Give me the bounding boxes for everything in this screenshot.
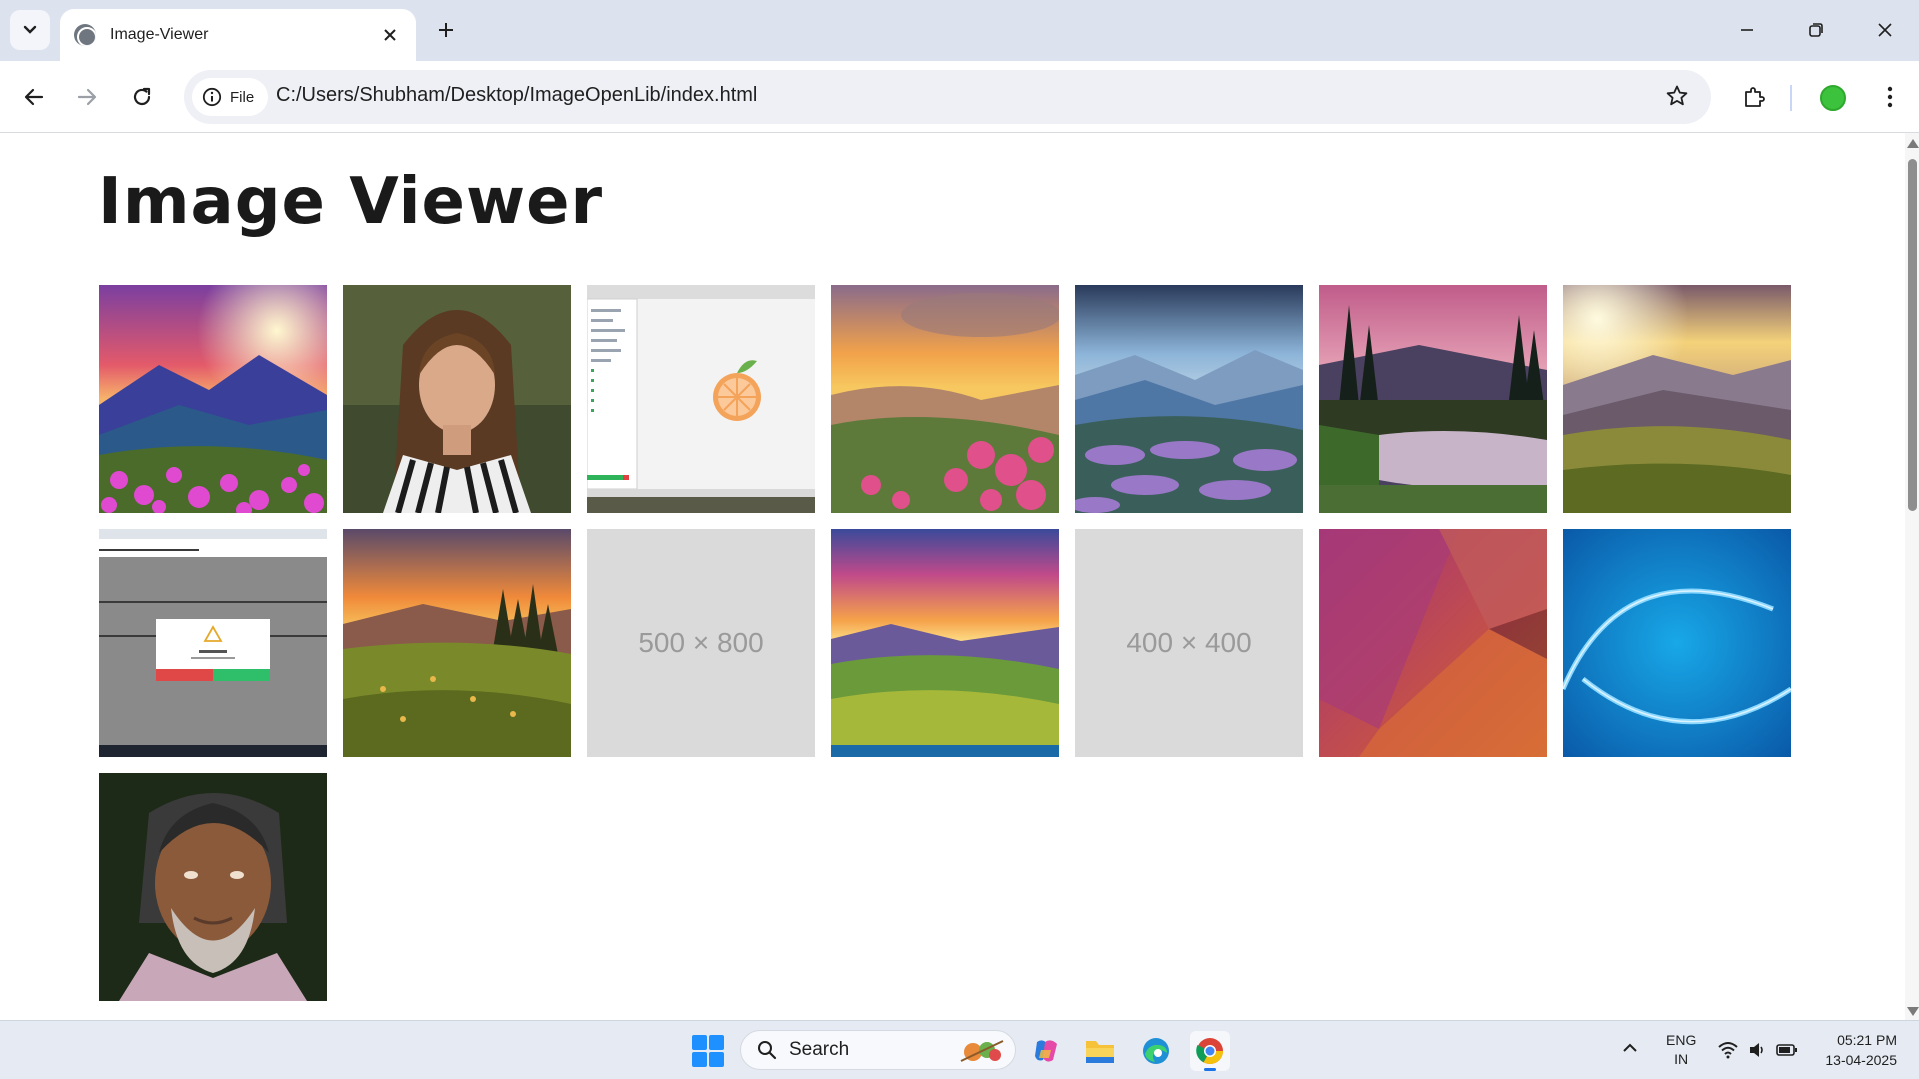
taskbar-chrome[interactable] <box>1190 1031 1230 1071</box>
tab-search-button[interactable] <box>10 10 50 50</box>
language-indicator[interactable]: ENG IN <box>1666 1031 1696 1069</box>
site-info-chip[interactable]: File <box>192 78 268 116</box>
windows-logo-icon <box>692 1035 707 1050</box>
arrow-right-icon <box>77 88 97 106</box>
taskbar-copilot[interactable] <box>1026 1031 1066 1071</box>
browser-titlebar: Image-Viewer <box>0 0 1919 61</box>
system-tray-icons[interactable] <box>1718 1041 1798 1059</box>
start-button[interactable] <box>692 1035 724 1067</box>
language-code: ENG <box>1666 1032 1697 1048</box>
info-icon <box>202 87 222 107</box>
volume-icon <box>1750 1043 1763 1057</box>
reload-icon <box>133 87 151 106</box>
reload-button[interactable] <box>122 77 162 117</box>
puzzle-icon <box>1745 87 1765 107</box>
image-thumb-3[interactable] <box>587 285 815 513</box>
edge-icon <box>1143 1038 1169 1064</box>
image-thumb-5[interactable] <box>1075 285 1303 513</box>
clock-date: 13-04-2025 <box>1825 1052 1897 1068</box>
chevron-down-icon <box>23 25 37 34</box>
scroll-thumb[interactable] <box>1908 159 1917 511</box>
search-icon <box>758 1041 777 1060</box>
wifi-icon <box>1718 1042 1738 1059</box>
placeholder-label: 400 × 400 <box>1126 627 1251 658</box>
scroll-down-arrow-icon[interactable] <box>1907 1007 1919 1016</box>
taskbar-clock[interactable]: 05:21 PM 13-04-2025 <box>1825 1030 1897 1070</box>
close-icon <box>1878 23 1892 37</box>
browser-tab[interactable]: Image-Viewer <box>60 9 416 61</box>
folder-icon <box>1086 1041 1114 1063</box>
battery-icon <box>1776 1044 1797 1056</box>
image-thumb-12-placeholder[interactable]: 400 × 400 <box>1075 529 1303 757</box>
tray-overflow-button[interactable] <box>1622 1039 1638 1058</box>
profile-avatar[interactable] <box>1820 85 1846 111</box>
scroll-up-arrow-icon[interactable] <box>1907 139 1919 148</box>
taskbar-edge[interactable] <box>1136 1031 1176 1071</box>
chrome-icon <box>1196 1038 1224 1065</box>
taskbar-search-label: Search <box>789 1039 850 1060</box>
kebab-menu-icon <box>1887 86 1893 108</box>
forward-button[interactable] <box>67 77 107 117</box>
image-thumb-6[interactable] <box>1319 285 1547 513</box>
minimize-button[interactable] <box>1724 8 1770 52</box>
image-thumb-4[interactable] <box>831 285 1059 513</box>
tab-close-button[interactable] <box>378 23 402 47</box>
globe-icon <box>74 24 96 46</box>
site-info-label: File <box>230 88 255 106</box>
image-thumb-10-placeholder[interactable]: 500 × 800 <box>587 529 815 757</box>
minimize-icon <box>1741 29 1753 31</box>
image-thumb-9[interactable] <box>343 529 571 757</box>
page-title: Image Viewer <box>98 165 604 239</box>
bookmark-star-icon[interactable] <box>1665 84 1689 112</box>
page-scrollbar[interactable] <box>1905 133 1919 1020</box>
new-tab-button[interactable] <box>430 14 462 46</box>
active-app-indicator <box>1204 1068 1216 1071</box>
browser-toolbar: File C:/Users/Shubham/Desktop/ImageOpenL… <box>0 61 1919 133</box>
close-icon <box>384 29 396 41</box>
image-thumb-7[interactable] <box>1563 285 1791 513</box>
extensions-button[interactable] <box>1734 77 1774 117</box>
windows-taskbar: Search ENG IN 05:21 PM 13-04-2025 <box>0 1020 1919 1079</box>
restore-icon <box>1809 23 1823 37</box>
taskbar-search[interactable]: Search <box>740 1030 1016 1070</box>
image-thumb-13[interactable] <box>1319 529 1547 757</box>
image-thumb-15[interactable] <box>99 773 327 1001</box>
taskbar-file-explorer[interactable] <box>1080 1031 1120 1071</box>
back-button[interactable] <box>14 77 54 117</box>
image-thumb-14[interactable] <box>1563 529 1791 757</box>
address-bar[interactable]: File C:/Users/Shubham/Desktop/ImageOpenL… <box>184 70 1711 124</box>
copilot-icon <box>1035 1040 1057 1062</box>
page-viewport: Image Viewer 500 × 800 400 × 400 <box>0 133 1919 1020</box>
clock-time: 05:21 PM <box>1837 1032 1897 1048</box>
restore-button[interactable] <box>1793 8 1839 52</box>
image-grid: 500 × 800 400 × 400 <box>99 285 1799 1001</box>
search-highlight-icon <box>960 1040 1004 1062</box>
image-thumb-8[interactable] <box>99 529 327 757</box>
close-window-button[interactable] <box>1862 8 1908 52</box>
url-text[interactable]: C:/Users/Shubham/Desktop/ImageOpenLib/in… <box>276 84 757 107</box>
browser-menu-button[interactable] <box>1870 77 1910 117</box>
tab-title: Image-Viewer <box>110 26 209 43</box>
image-thumb-11[interactable] <box>831 529 1059 757</box>
region-code: IN <box>1674 1051 1689 1067</box>
plus-icon <box>439 23 453 37</box>
chevron-up-icon <box>1623 1043 1637 1052</box>
toolbar-separator <box>1790 85 1792 111</box>
placeholder-label: 500 × 800 <box>638 627 763 658</box>
arrow-left-icon <box>24 88 44 106</box>
image-thumb-2[interactable] <box>343 285 571 513</box>
image-thumb-1[interactable] <box>99 285 327 513</box>
